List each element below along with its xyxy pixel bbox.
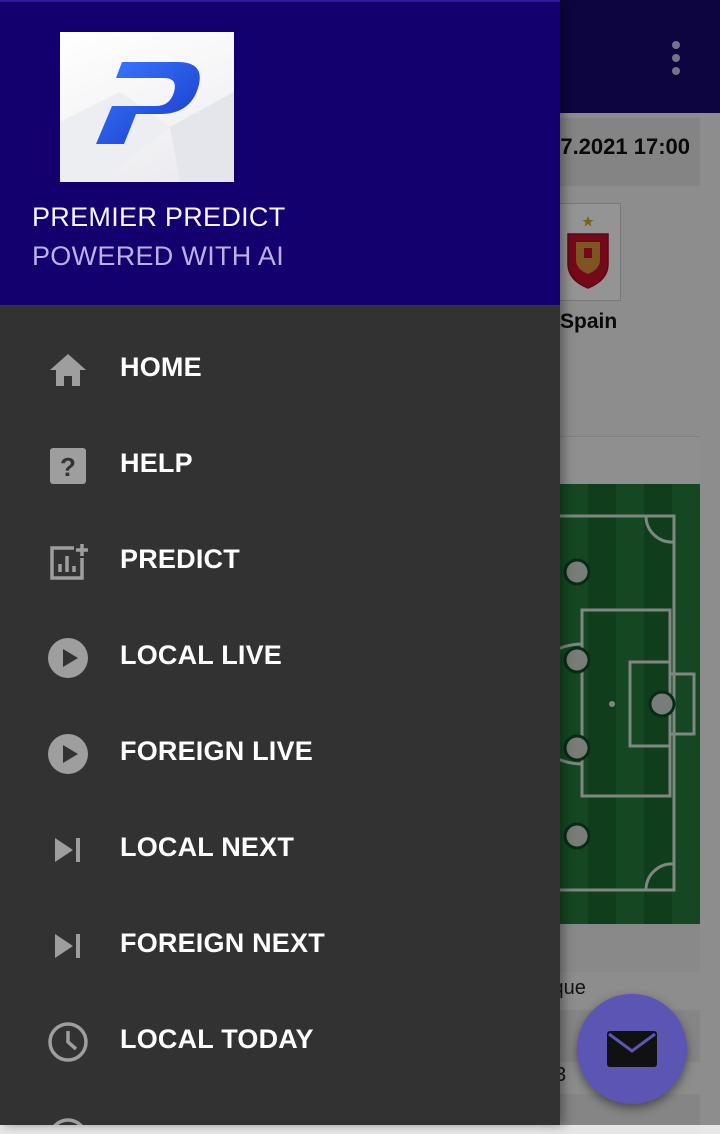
menu-item-local-next[interactable]: LOCAL NEXT [0,802,560,898]
play-circle-icon [44,634,92,682]
drawer-header: PREMIER PREDICT POWERED WITH AI [0,0,560,305]
menu-item-help[interactable]: ? HELP [0,418,560,514]
menu-item-local-today[interactable]: LOCAL TODAY [0,994,560,1090]
menu-item-label: LOCAL LIVE [120,640,283,670]
skip-next-icon [44,826,92,874]
menu-item-label: PREDICT [120,544,240,574]
svg-text:?: ? [60,452,76,482]
app-name: PREMIER PREDICT [32,202,286,232]
menu-item-local-live[interactable]: LOCAL LIVE [0,610,560,706]
play-circle-icon [44,730,92,778]
app-tagline: POWERED WITH AI [32,241,285,271]
menu-item-label: FOREIGN NEXT [120,928,325,958]
mail-icon [607,1031,657,1067]
clock-icon [44,1018,92,1066]
message-fab[interactable] [577,994,687,1104]
menu-item-foreign-live[interactable]: FOREIGN LIVE [0,706,560,802]
drawer-menu: HOME ? HELP PREDICT LOCAL LIVE FOREIGN L… [0,322,560,1125]
menu-item-partial[interactable] [0,1090,560,1125]
menu-item-predict[interactable]: PREDICT [0,514,560,610]
menu-item-label: HELP [120,448,193,478]
clock-icon [44,1114,92,1125]
menu-item-label: LOCAL NEXT [120,832,295,862]
menu-item-foreign-next[interactable]: FOREIGN NEXT [0,898,560,994]
app-logo [60,32,234,182]
add-chart-icon [44,538,92,586]
navigation-drawer: PREMIER PREDICT POWERED WITH AI HOME ? H… [0,0,560,1125]
menu-item-label: HOME [120,352,202,382]
skip-next-icon [44,922,92,970]
menu-item-label: LOCAL TODAY [120,1024,314,1054]
menu-item-home[interactable]: HOME [0,322,560,418]
menu-item-label: FOREIGN LIVE [120,736,313,766]
home-icon [44,346,92,394]
help-icon: ? [44,442,92,490]
